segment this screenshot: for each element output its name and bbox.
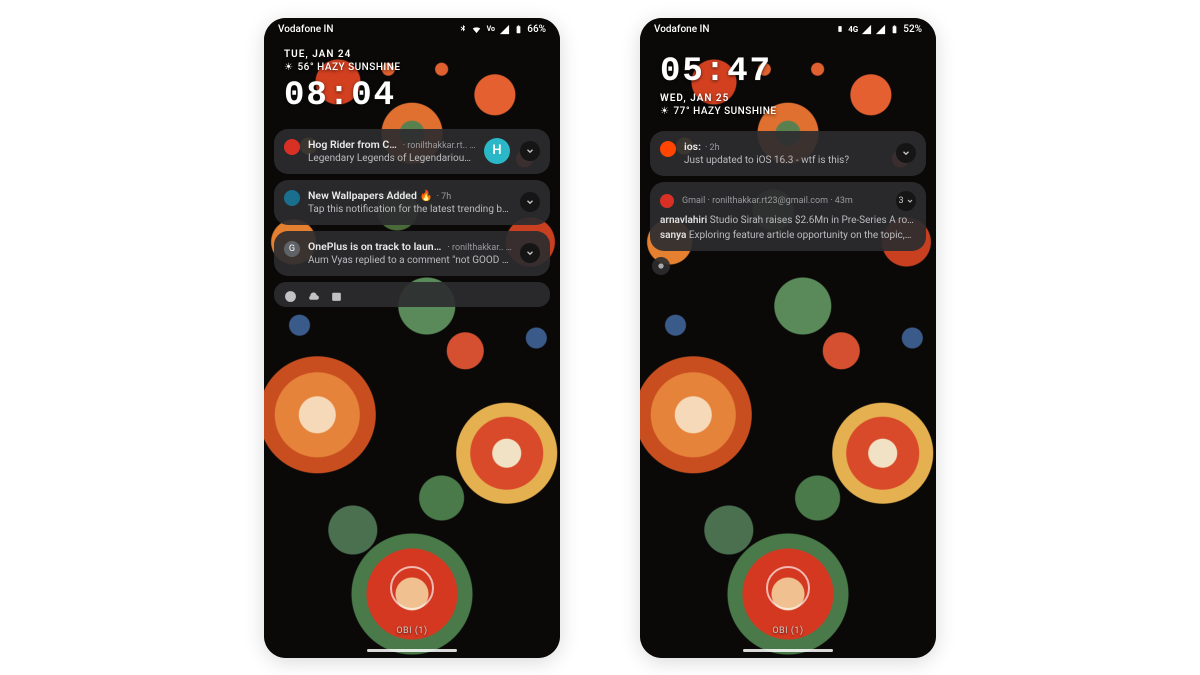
sender-avatar: H (484, 138, 510, 164)
notification-text: Aum Vyas replied to a comment "not GOOD … (308, 255, 512, 266)
cloud-icon (307, 288, 320, 301)
clock-widget[interactable]: TUE, JAN 24 ☀︎ 56° HAZY SUNSHINE 08:04 (264, 39, 560, 121)
collapsed-notification-dot[interactable] (652, 257, 670, 275)
status-bar: Vodafone IN Vo 66% (264, 18, 560, 39)
notification-card[interactable]: ios: · 2h Just updated to iOS 16.3 - wtf… (650, 131, 926, 176)
expand-button[interactable] (520, 141, 540, 161)
google-icon: G (284, 241, 300, 257)
notification-card[interactable]: New Wallpapers Added 🔥 · 7h Tap this not… (274, 180, 550, 225)
gmail-icon (660, 194, 674, 208)
email-line: sanya Exploring feature article opportun… (660, 230, 916, 241)
notification-list: ios: · 2h Just updated to iOS 16.3 - wtf… (640, 123, 936, 275)
notification-title: ios: (684, 140, 701, 153)
fingerprint-button[interactable] (766, 566, 810, 610)
reddit-icon (660, 141, 676, 157)
network-label: 4G (848, 25, 858, 34)
sun-icon: ☀︎ (660, 106, 669, 117)
carrier-label: Vodafone IN (278, 24, 333, 35)
battery-percent: 66% (527, 24, 546, 35)
notification-card[interactable]: Gmail · ronilthakkar.rt23@gmail.com · 43… (650, 182, 926, 251)
fingerprint-button[interactable] (390, 566, 434, 610)
status-bar: Vodafone IN 4G 52% (640, 18, 936, 39)
clock-widget[interactable]: 05:47 WED, JAN 25 ☀︎ 77° HAZY SUNSHINE (640, 39, 936, 123)
expand-button[interactable] (520, 243, 540, 263)
notification-list: Hog Rider from Clash · ronilthakkar.rt..… (264, 121, 560, 307)
notification-tray[interactable] (274, 282, 550, 307)
left-phone-lockscreen: Vodafone IN Vo 66% TUE, JAN 24 ☀︎ 56° HA… (264, 18, 560, 658)
notification-text: Tap this notification for the latest tre… (308, 204, 512, 215)
vibrate-icon (834, 24, 845, 35)
notification-app-line: Gmail · ronilthakkar.rt23@gmail.com · 43… (682, 196, 888, 206)
notification-meta: · 7h (437, 192, 452, 202)
wallpaper-app-icon (284, 190, 300, 206)
weather-label: ☀︎ 77° HAZY SUNSHINE (660, 106, 916, 117)
time-label: 08:04 (284, 77, 540, 115)
signal-icon (499, 24, 510, 35)
right-phone-lockscreen: Vodafone IN 4G 52% 05:47 WED, JAN 25 ☀︎ … (640, 18, 936, 658)
signal-icon (875, 24, 886, 35)
notification-card[interactable]: Hog Rider from Clash · ronilthakkar.rt..… (274, 129, 550, 174)
nav-handle[interactable] (743, 649, 833, 652)
battery-icon (889, 24, 900, 35)
notification-meta: · ronilthakkar.rt.. · 4h (403, 141, 476, 151)
calendar-icon (330, 288, 343, 301)
device-label: OBI (1) (640, 626, 936, 636)
date-label: WED, JAN 25 (660, 93, 916, 104)
sun-icon: ☀︎ (284, 62, 293, 73)
notification-card[interactable]: G OnePlus is on track to launch a… · ron… (274, 231, 550, 276)
battery-icon (513, 24, 524, 35)
date-label: TUE, JAN 24 (284, 49, 540, 60)
volte-icon: Vo (485, 24, 496, 35)
notification-text: Legendary Legends of Legendarious Ac… (308, 153, 476, 164)
expand-button[interactable] (896, 143, 916, 163)
signal-icon (861, 24, 872, 35)
battery-percent: 52% (903, 24, 922, 35)
notification-title: Hog Rider from Clash (308, 138, 399, 151)
whatsapp-icon (284, 288, 297, 301)
email-line: arnavlahiri Studio Sirah raises $2.6Mn i… (660, 215, 916, 226)
weather-label: ☀︎ 56° HAZY SUNSHINE (284, 62, 540, 73)
time-label: 05:47 (660, 53, 916, 91)
bluetooth-icon (457, 24, 468, 35)
nav-handle[interactable] (367, 649, 457, 652)
notification-meta: · ronilthakkar.. · 9h (447, 243, 512, 253)
expand-button[interactable]: 3 (896, 191, 916, 211)
gmail-icon (284, 139, 300, 155)
carrier-label: Vodafone IN (654, 24, 709, 35)
notification-title: OnePlus is on track to launch a… (308, 240, 443, 253)
expand-button[interactable] (520, 192, 540, 212)
device-label: OBI (1) (264, 626, 560, 636)
notification-text: Just updated to iOS 16.3 - wtf is this? (684, 155, 888, 166)
notification-meta: · 2h (705, 143, 720, 153)
notification-title: New Wallpapers Added 🔥 (308, 189, 433, 202)
wifi-icon (471, 24, 482, 35)
